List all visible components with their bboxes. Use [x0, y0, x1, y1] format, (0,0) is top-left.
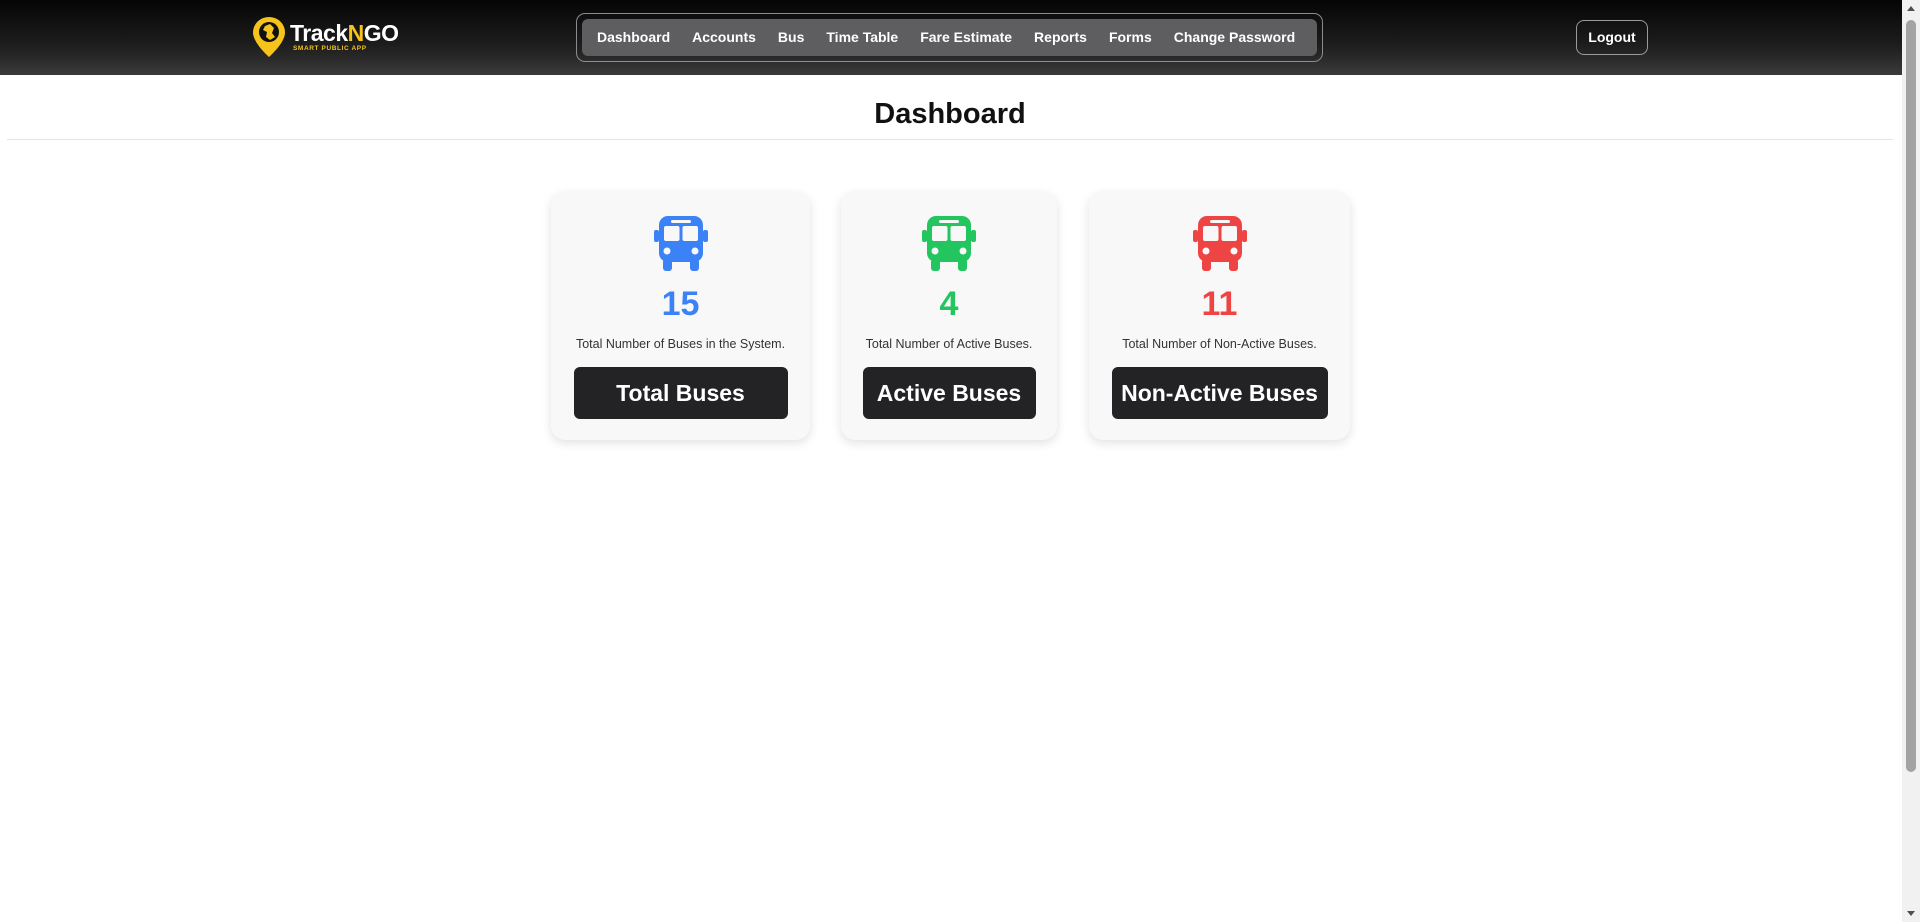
nav-accounts[interactable]: Accounts — [681, 19, 767, 56]
vertical-scrollbar[interactable] — [1902, 0, 1920, 922]
brand-name-suffix: GO — [363, 20, 399, 46]
total-buses-count: 15 — [661, 285, 700, 323]
stat-card-total-buses: 15 Total Number of Buses in the System. … — [551, 192, 810, 440]
brand-tagline: SMART PUBLIC APP — [293, 45, 367, 52]
top-navbar: TrackNGO SMART PUBLIC APP Dashboard Acco… — [0, 0, 1902, 75]
nav-forms[interactable]: Forms — [1098, 19, 1163, 56]
nav-change-password[interactable]: Change Password — [1163, 19, 1306, 56]
main-nav-bar: Dashboard Accounts Bus Time Table Fare E… — [582, 19, 1317, 56]
brand-name-highlight: N — [347, 20, 365, 46]
nav-bus[interactable]: Bus — [767, 19, 815, 56]
nav-time-table[interactable]: Time Table — [815, 19, 909, 56]
non-active-buses-count: 11 — [1201, 285, 1238, 323]
bus-icon — [1192, 216, 1247, 271]
total-buses-button[interactable]: Total Buses — [573, 367, 788, 419]
non-active-buses-description: Total Number of Non-Active Buses. — [1122, 337, 1317, 351]
active-buses-description: Total Number of Active Buses. — [865, 337, 1033, 351]
bus-icon — [653, 216, 708, 271]
scroll-up-arrow-icon[interactable] — [1907, 6, 1915, 11]
scroll-down-arrow-icon[interactable] — [1907, 911, 1915, 916]
map-pin-icon — [253, 17, 285, 57]
scrollbar-thumb[interactable] — [1906, 20, 1916, 772]
active-buses-button[interactable]: Active Buses — [862, 367, 1036, 419]
bus-icon — [922, 216, 976, 271]
brand-name-prefix: Track — [290, 20, 348, 46]
app-root: TrackNGO SMART PUBLIC APP Dashboard Acco… — [0, 0, 1920, 922]
brand-logo[interactable]: TrackNGO SMART PUBLIC APP — [252, 16, 399, 58]
main-nav: Dashboard Accounts Bus Time Table Fare E… — [576, 13, 1323, 62]
brand-text: TrackNGO SMART PUBLIC APP — [290, 21, 399, 53]
stat-card-active-buses: 4 Total Number of Active Buses. Active B… — [841, 192, 1057, 440]
total-buses-description: Total Number of Buses in the System. — [575, 337, 786, 351]
stat-card-non-active-buses: 11 Total Number of Non-Active Buses. Non… — [1089, 192, 1350, 440]
logout-button[interactable]: Logout — [1576, 20, 1648, 55]
nav-dashboard[interactable]: Dashboard — [586, 19, 681, 56]
non-active-buses-button[interactable]: Non-Active Buses — [1111, 367, 1328, 419]
active-buses-count: 4 — [939, 285, 959, 323]
nav-reports[interactable]: Reports — [1023, 19, 1098, 56]
nav-fare-estimate[interactable]: Fare Estimate — [909, 19, 1023, 56]
page-title: Dashboard — [874, 98, 1026, 130]
brand-name: TrackNGO — [290, 21, 399, 45]
title-divider — [7, 139, 1893, 140]
